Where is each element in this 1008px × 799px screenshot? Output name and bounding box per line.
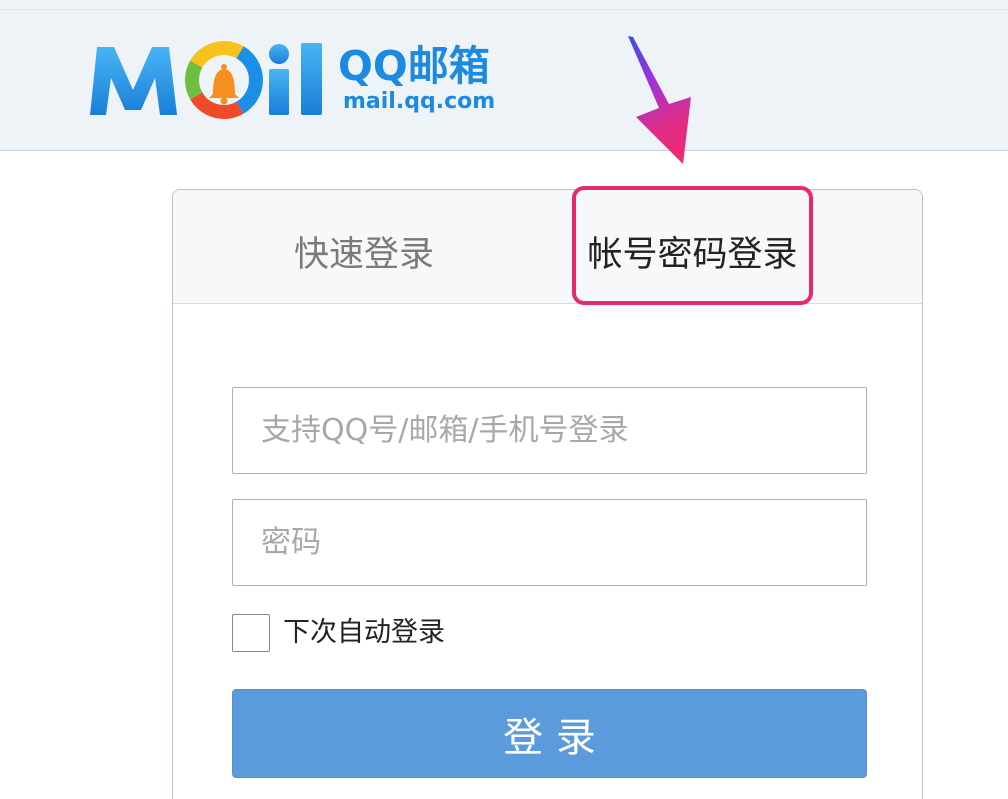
login-tab-bar: 快速登录 帐号密码登录 [173, 190, 922, 304]
account-input[interactable] [232, 387, 867, 474]
tab-password-login[interactable]: 帐号密码登录 [572, 190, 813, 303]
logo-domain: mail.qq.com [343, 89, 496, 114]
login-panel: 快速登录 帐号密码登录 下次自动登录 登 录 [172, 189, 923, 799]
logo-letter-l [301, 43, 322, 115]
header-top-divider [0, 9, 1008, 10]
logo-letter-m [90, 47, 177, 115]
logo-bell-icon [209, 64, 239, 105]
tab-quick-login[interactable]: 快速登录 [232, 190, 496, 303]
page-header: QQ邮箱 mail.qq.com [0, 0, 1008, 151]
remember-me-label[interactable]: 下次自动登录 [283, 614, 445, 652]
qq-mail-logo [90, 41, 322, 119]
login-button[interactable]: 登 录 [232, 689, 867, 778]
remember-me-checkbox[interactable] [232, 614, 270, 652]
logo-letter-i [269, 44, 289, 115]
password-input[interactable] [232, 499, 867, 586]
logo-product-name: QQ邮箱 [338, 42, 490, 90]
